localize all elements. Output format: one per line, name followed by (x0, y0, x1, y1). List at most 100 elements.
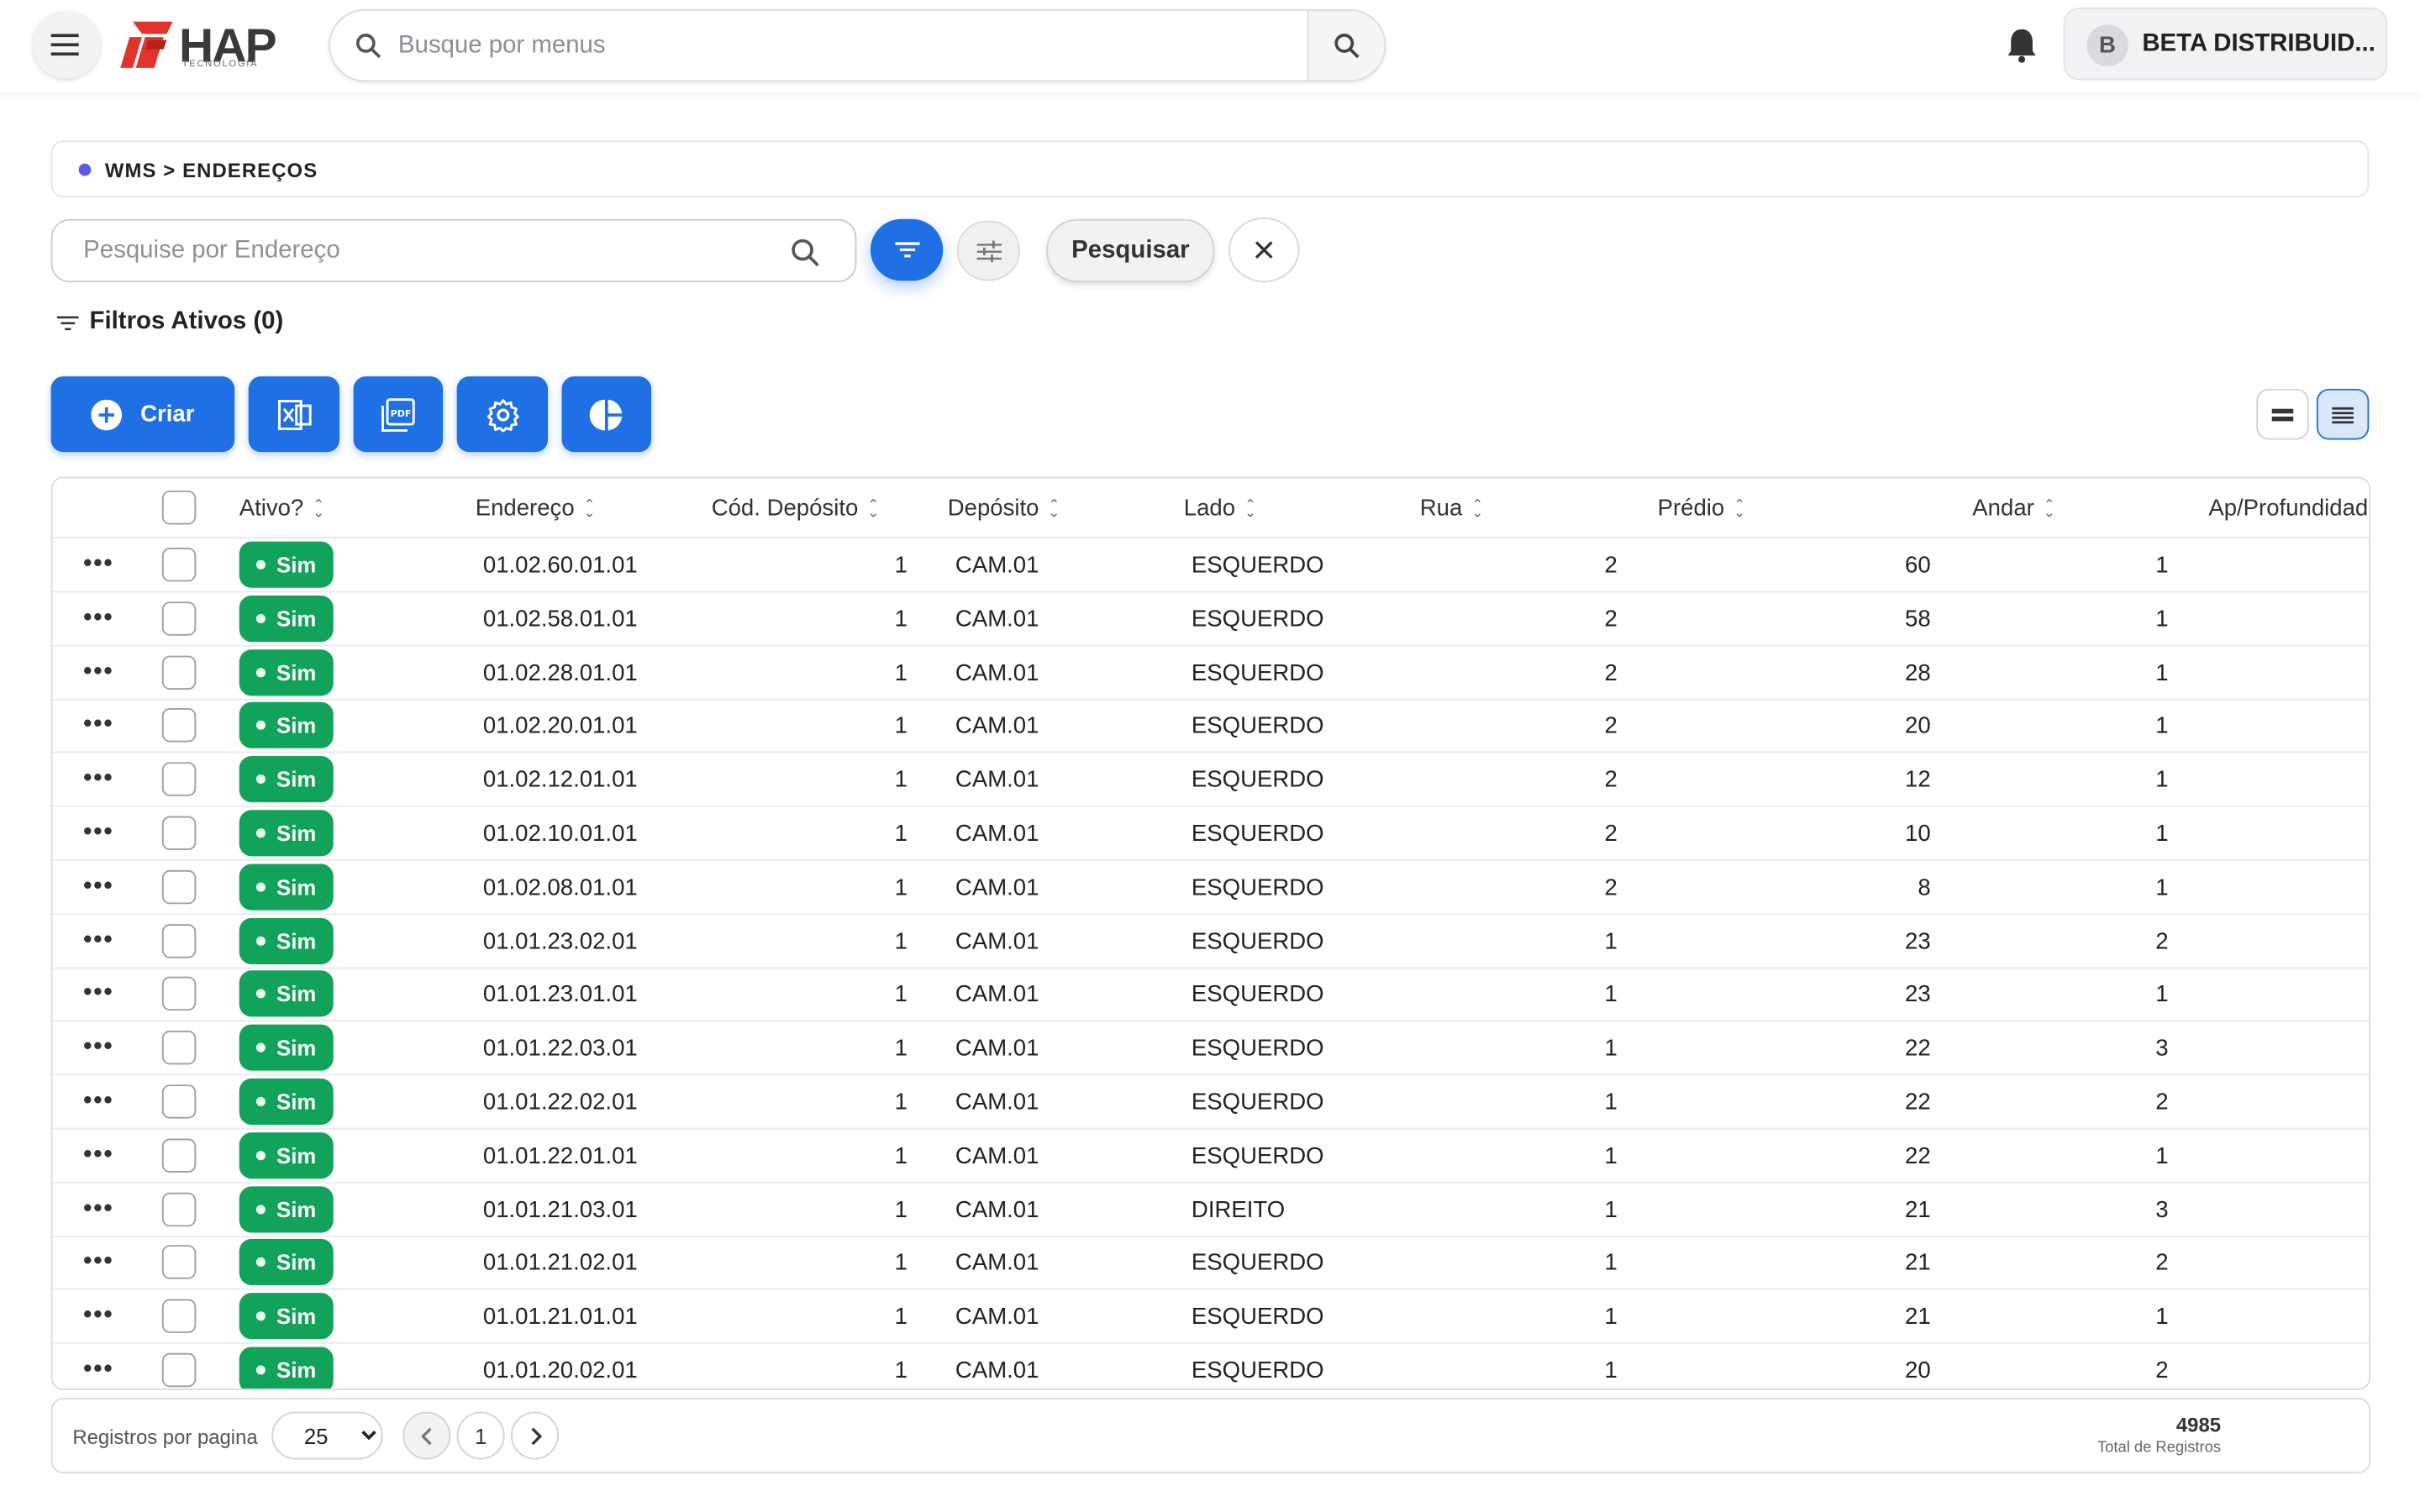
row-checkbox[interactable] (161, 1352, 197, 1388)
row-actions-icon[interactable]: ••• (83, 980, 113, 1008)
per-page-select[interactable]: 25 (271, 1411, 383, 1460)
table-row[interactable]: ••• Sim 01.01.22.01.01 1 CAM.01 ESQUERDO 1 22 1 (52, 1129, 2370, 1184)
cell-deposito: CAM.01 (955, 1089, 1039, 1116)
status-badge-label: Sim (276, 821, 317, 846)
hap-logo[interactable]: HAP TECNOLOGIA (120, 18, 290, 72)
row-checkbox[interactable] (161, 708, 197, 743)
row-actions-icon[interactable]: ••• (83, 927, 113, 954)
row-checkbox[interactable] (161, 548, 197, 582)
cell-endereco: 01.02.12.01.01 (482, 767, 638, 794)
row-checkbox[interactable] (161, 601, 197, 636)
table-row[interactable]: ••• Sim 01.02.10.01.01 1 CAM.01 ESQUERDO 2 10 1 (52, 807, 2370, 861)
column-header-predio[interactable]: Prédio ⌃ ⌄ (1658, 496, 1746, 522)
cell-andar: 1 (2155, 606, 2169, 633)
cell-andar: 2 (2155, 1357, 2169, 1384)
table-row[interactable]: ••• Sim 01.01.21.03.01 1 CAM.01 DIREITO 1 21 3 (52, 1183, 2370, 1237)
table-row[interactable]: ••• Sim 01.02.08.01.01 1 CAM.01 ESQUERDO 2 8 1 (52, 861, 2370, 915)
row-actions-icon[interactable]: ••• (83, 659, 113, 686)
hamburger-menu-button[interactable] (32, 10, 101, 79)
row-actions-icon[interactable]: ••• (83, 1034, 113, 1062)
column-header-deposito[interactable]: Depósito ⌃ ⌄ (948, 496, 1060, 522)
row-actions-icon[interactable]: ••• (83, 873, 113, 900)
column-header-endereco[interactable]: Endereço ⌃ ⌄ (476, 496, 596, 522)
select-all-checkbox[interactable] (161, 491, 197, 525)
column-header-lado[interactable]: Lado ⌃ ⌄ (1184, 496, 1256, 522)
row-checkbox[interactable] (161, 1138, 197, 1173)
row-checkbox[interactable] (161, 816, 197, 851)
table-row[interactable]: ••• Sim 01.02.60.01.01 1 CAM.01 ESQUERDO 2 60 1 (52, 538, 2370, 593)
column-header-cod-deposito[interactable]: Cód. Depósito ⌃ ⌄ (712, 496, 879, 522)
table-row[interactable]: ••• Sim 01.01.21.01.01 1 CAM.01 ESQUERDO 1 21 1 (52, 1290, 2370, 1345)
settings-button[interactable] (456, 376, 549, 453)
status-badge-label: Sim (276, 927, 317, 953)
row-checkbox[interactable] (161, 1084, 197, 1119)
cell-deposito: CAM.01 (955, 552, 1039, 579)
compact-view-button[interactable] (2256, 388, 2309, 440)
row-actions-icon[interactable]: ••• (83, 1195, 113, 1223)
table-row[interactable]: ••• Sim 01.01.23.02.01 1 CAM.01 ESQUERDO 1 23 2 (52, 914, 2370, 969)
status-badge: Sim (239, 810, 334, 857)
search-icon[interactable] (790, 238, 821, 269)
row-checkbox[interactable] (161, 1192, 197, 1226)
cell-endereco: 01.01.22.01.01 (482, 1142, 638, 1169)
status-dot (256, 1096, 266, 1106)
column-header-rua[interactable]: Rua ⌃ ⌄ (1420, 496, 1483, 522)
row-actions-icon[interactable]: ••• (83, 1303, 113, 1331)
search-icon (355, 34, 381, 59)
filter-icon (56, 315, 79, 330)
table-row[interactable]: ••• Sim 01.02.58.01.01 1 CAM.01 ESQUERDO 2 58 1 (52, 592, 2370, 647)
notifications-bell-icon[interactable] (2005, 26, 2039, 71)
row-checkbox[interactable] (161, 1299, 197, 1334)
row-checkbox[interactable] (161, 869, 197, 904)
chart-button[interactable] (561, 376, 652, 453)
menu-search-input[interactable] (397, 26, 1294, 66)
user-menu[interactable]: B BETA DISTRIBUID... (2063, 8, 2388, 81)
active-filters[interactable]: Filtros Ativos (0) (56, 308, 283, 336)
page-number-button[interactable]: 1 (456, 1411, 505, 1460)
row-checkbox[interactable] (161, 977, 197, 1011)
table-row[interactable]: ••• Sim 01.02.28.01.01 1 CAM.01 ESQUERDO 2 28 1 (52, 646, 2370, 701)
advanced-filter-button[interactable] (956, 220, 1021, 281)
table-row[interactable]: ••• Sim 01.01.20.02.01 1 CAM.01 ESQUERDO 1 20 2 (52, 1344, 2369, 1389)
create-button[interactable]: Criar (50, 376, 235, 453)
row-checkbox[interactable] (161, 1031, 197, 1065)
row-actions-icon[interactable]: ••• (83, 819, 113, 847)
column-header-ativo[interactable]: Ativo? ⌃ ⌄ (239, 496, 324, 522)
row-checkbox[interactable] (161, 654, 197, 690)
export-excel-button[interactable] (248, 376, 340, 453)
filter-button[interactable] (870, 218, 944, 281)
list-view-button[interactable] (2316, 388, 2370, 440)
row-actions-icon[interactable]: ••• (83, 1088, 113, 1116)
prev-page-button[interactable] (402, 1411, 451, 1460)
column-header-andar[interactable]: Andar ⌃ ⌄ (1972, 496, 2054, 522)
row-checkbox[interactable] (161, 762, 197, 797)
row-actions-icon[interactable]: ••• (83, 551, 113, 579)
table-row[interactable]: ••• Sim 01.01.22.03.01 1 CAM.01 ESQUERDO 1 22 3 (52, 1021, 2370, 1076)
export-pdf-button[interactable]: PDF (353, 376, 444, 453)
clear-search-button[interactable] (1228, 217, 1300, 283)
row-actions-icon[interactable]: ••• (83, 765, 113, 793)
search-button[interactable]: Pesquisar (1046, 218, 1215, 283)
status-badge-label: Sim (276, 659, 317, 685)
menu-search-button[interactable] (1307, 10, 1385, 81)
row-actions-icon[interactable]: ••• (83, 711, 113, 739)
table-row[interactable]: ••• Sim 01.02.20.01.01 1 CAM.01 ESQUERDO 2 20 1 (52, 700, 2370, 754)
table-header: Ativo? ⌃ ⌄ Endereço ⌃ ⌄ Cód. Depósito ⌃ ⌄ Depó… (52, 478, 2370, 539)
table-row[interactable]: ••• Sim 01.01.22.02.01 1 CAM.01 ESQUERDO 1 22 2 (52, 1075, 2370, 1130)
table-row[interactable]: ••• Sim 01.02.12.01.01 1 CAM.01 ESQUERDO 2 12 1 (52, 753, 2370, 807)
status-badge: Sim (239, 1185, 334, 1232)
row-actions-icon[interactable]: ••• (83, 1356, 113, 1383)
row-actions-icon[interactable]: ••• (83, 605, 113, 633)
column-header-ap-profundidade[interactable]: Ap/Profundidad (2208, 496, 2368, 522)
table-row[interactable]: ••• Sim 01.01.21.02.01 1 CAM.01 ESQUERDO 1 21 2 (52, 1236, 2370, 1291)
next-page-button[interactable] (510, 1411, 559, 1460)
status-dot (256, 721, 266, 731)
status-badge-label: Sim (276, 606, 317, 631)
row-checkbox[interactable] (161, 1245, 197, 1280)
row-actions-icon[interactable]: ••• (83, 1249, 113, 1277)
table-row[interactable]: ••• Sim 01.01.23.01.01 1 CAM.01 ESQUERDO 1 23 1 (52, 968, 2370, 1022)
row-checkbox[interactable] (161, 923, 197, 958)
sort-icon: ⌃ ⌄ (1471, 496, 1484, 520)
address-search-input[interactable] (83, 234, 778, 269)
row-actions-icon[interactable]: ••• (83, 1142, 113, 1169)
